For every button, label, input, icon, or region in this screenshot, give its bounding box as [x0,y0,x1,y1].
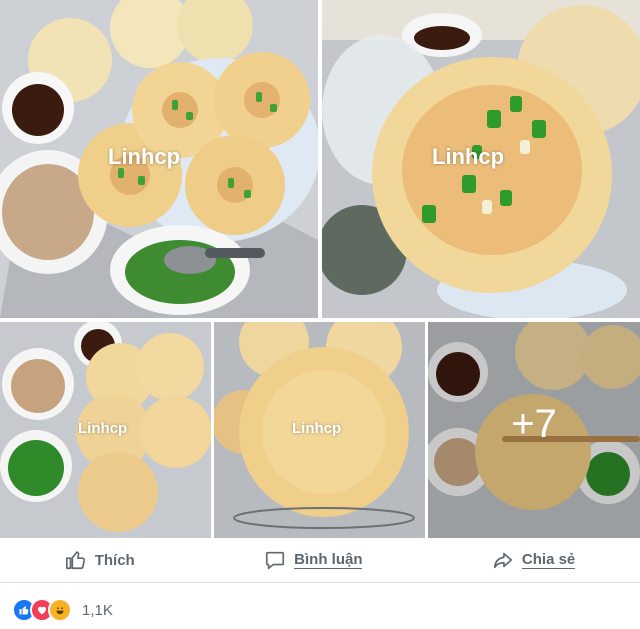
comment-label: Bình luận [294,551,363,569]
photo-watermark: Linhcp [78,420,128,437]
photo-5[interactable]: +7 [428,322,640,538]
comment-icon [266,551,285,570]
haha-icon [48,598,72,622]
reaction-icons [12,598,72,622]
like-label: Thích [94,551,135,569]
comment-button[interactable]: Bình luận [252,543,374,577]
more-photos-count[interactable]: +7 [428,402,640,447]
photo-4[interactable]: Linhcp [214,322,425,538]
photo-2[interactable]: Linhcp [322,0,640,318]
like-button[interactable]: Thích [53,543,147,577]
reaction-count: 1,1K [82,601,113,619]
reactions-summary[interactable]: 1,1K [12,598,113,622]
share-label: Chia sẻ [521,551,576,569]
photo-grid: Linhcp Linhcp Linhcp Linhcp +7 [0,0,640,538]
photo-1[interactable]: Linhcp [0,0,318,318]
photo-3[interactable]: Linhcp [0,322,211,538]
photo-watermark: Linhcp [108,144,181,169]
share-arrow-icon [493,552,512,569]
photo-watermark: Linhcp [292,420,342,437]
post-actions-bar: Thích Bình luận Chia sẻ [0,538,640,583]
thumbs-up-icon [65,551,85,570]
photo-watermark: Linhcp [432,144,505,169]
share-button[interactable]: Chia sẻ [480,543,587,577]
